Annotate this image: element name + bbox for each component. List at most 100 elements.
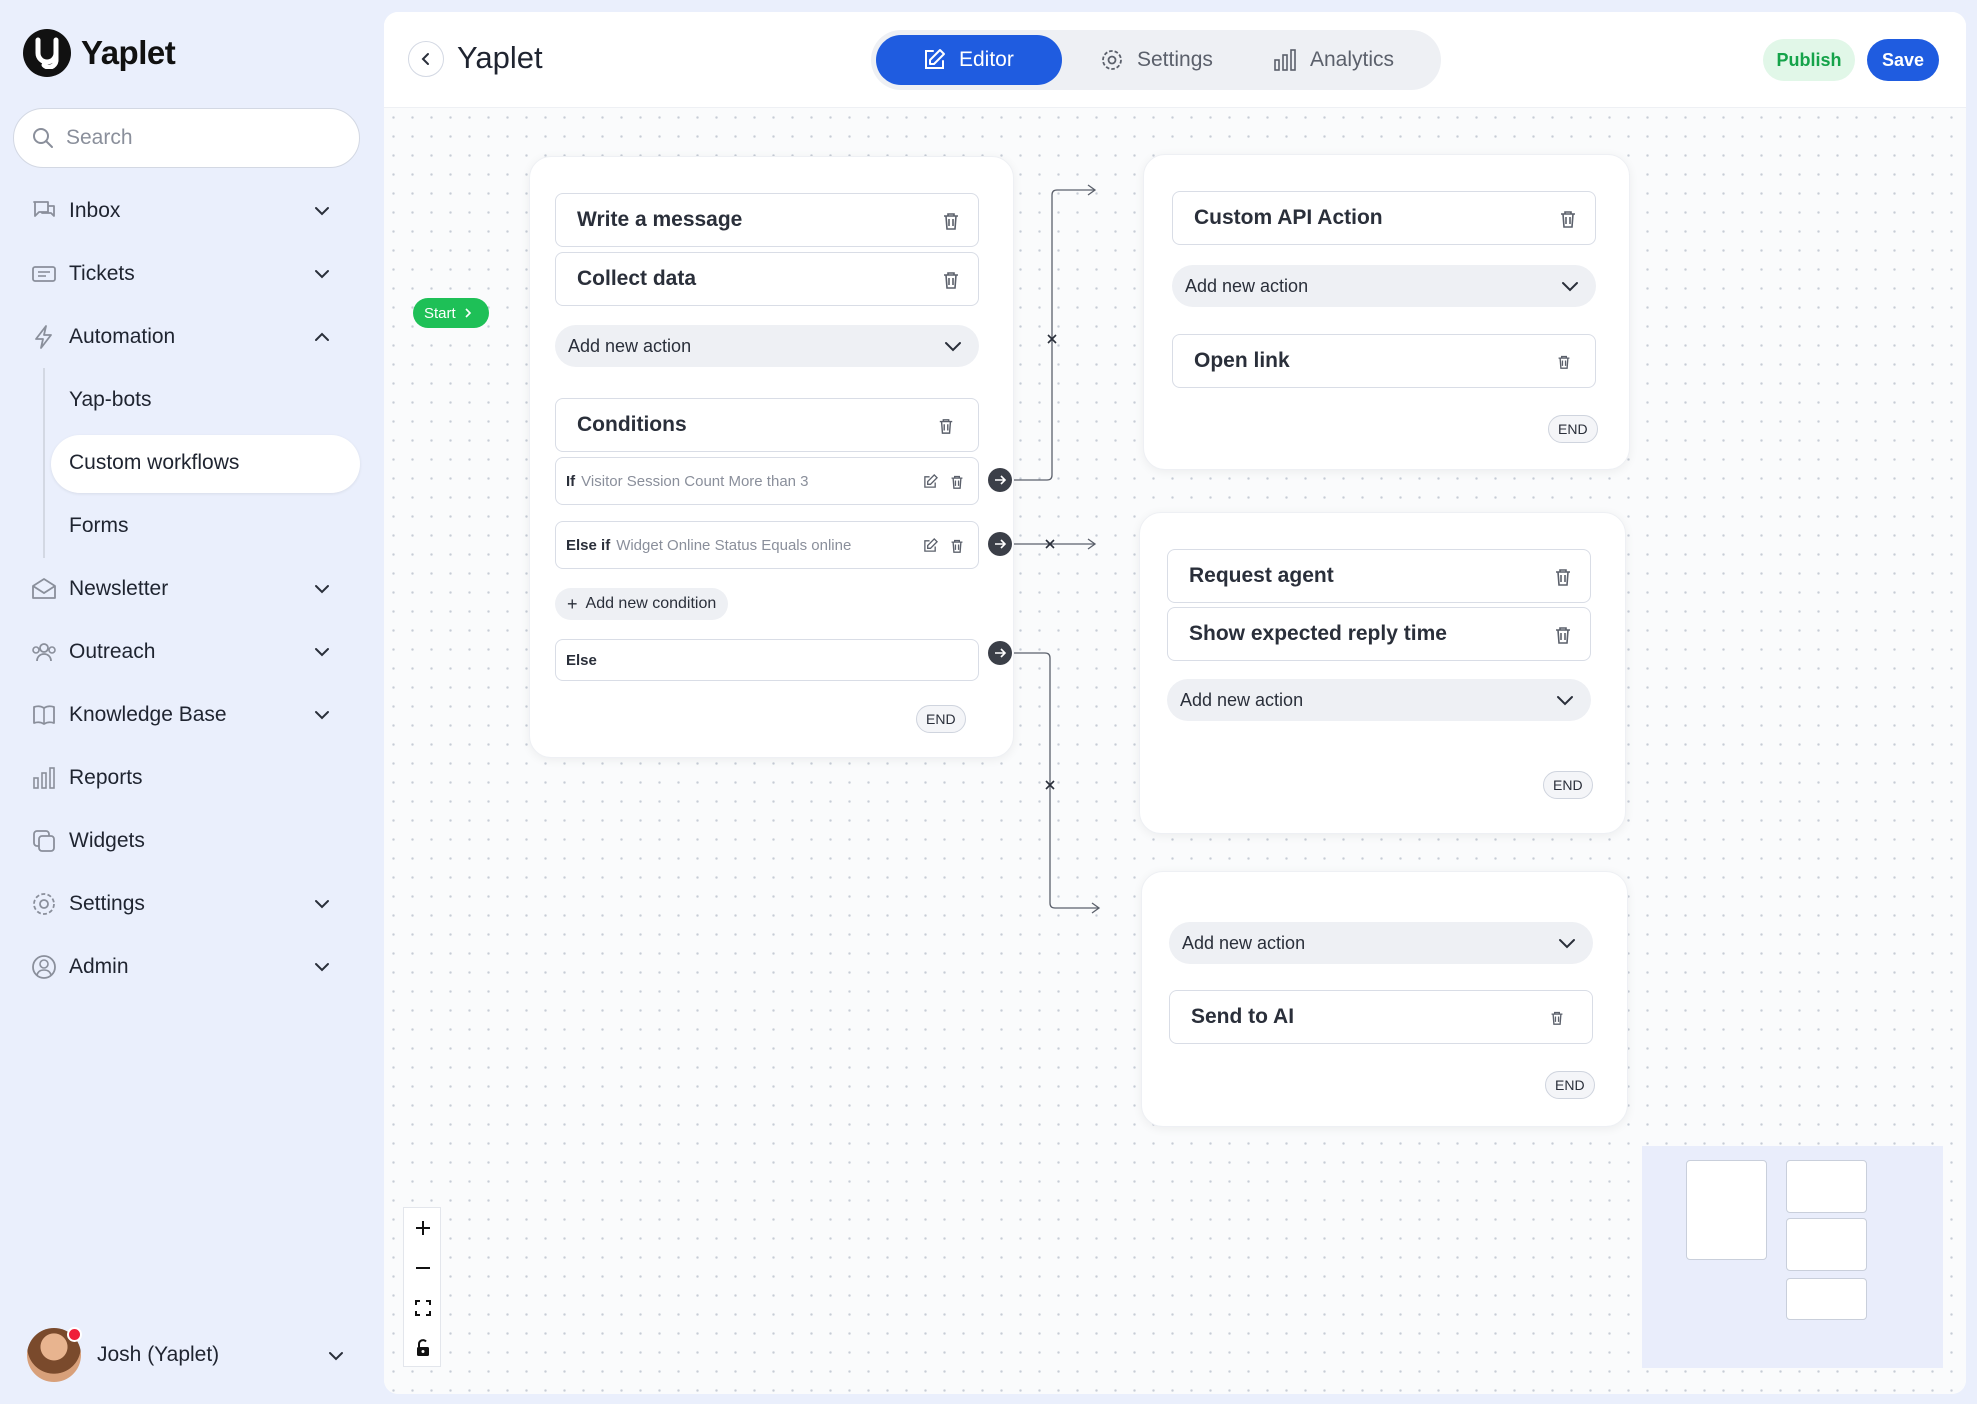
sidebar-item-tickets[interactable]: Tickets [0,242,383,305]
sidebar-subitem-label: Forms [69,513,129,537]
sidebar-item-label: Outreach [69,639,156,663]
canvas-controls [403,1207,441,1367]
sidebar-subitem-custom-workflows[interactable]: Custom workflows [0,431,383,494]
ticket-icon [32,266,56,282]
sidebar-item-admin[interactable]: Admin [0,935,383,998]
dropdown-label: Add new action [1180,689,1304,710]
sidebar-item-reports[interactable]: Reports [0,746,383,809]
action-request-agent[interactable]: Request agent [1167,549,1591,603]
trash-icon[interactable] [950,474,964,490]
add-new-condition-button[interactable]: + Add new condition [555,588,729,620]
envelope-icon [32,578,56,599]
sidebar-item-newsletter[interactable]: Newsletter [0,557,383,620]
tab-analytics[interactable]: Analytics [1264,35,1424,85]
add-new-action-dropdown[interactable]: Add new action [1169,922,1593,964]
conditions-block[interactable]: Conditions [555,398,979,452]
arrow-right-icon [995,539,1007,549]
action-collect-data[interactable]: Collect data [555,252,979,306]
sidebar-subitem-yap-bots[interactable]: Yap-bots [0,368,383,431]
sidebar-item-widgets[interactable]: Widgets [0,809,383,872]
end-badge: END [916,705,966,733]
condition-else[interactable]: Else [555,639,979,681]
add-new-action-dropdown[interactable]: Add new action [555,325,979,367]
sidebar-item-automation[interactable]: Automation [0,305,383,368]
sidebar-item-label: Inbox [69,198,121,222]
tab-editor[interactable]: Editor [876,35,1062,85]
trash-icon[interactable] [1554,567,1572,587]
action-send-to-ai[interactable]: Send to AI [1169,990,1593,1044]
branch-port-else-if[interactable] [988,532,1012,556]
trash-icon[interactable] [938,417,954,435]
gear-icon [33,893,55,915]
publish-button[interactable]: Publish [1763,39,1855,81]
fit-view-button[interactable] [404,1288,442,1328]
condition-keyword: If [566,472,576,490]
action-label: Write a message [577,208,743,231]
add-new-action-dropdown[interactable]: Add new action [1167,679,1591,721]
end-badge: END [1548,415,1598,443]
workflow-step-card: Add new action Send to AI END [1141,871,1628,1127]
action-open-link[interactable]: Open link [1172,334,1596,388]
bar-chart-icon [1274,49,1296,71]
sidebar-item-label: Newsletter [69,576,169,600]
trash-icon[interactable] [1550,1010,1564,1026]
start-node[interactable]: Start [413,298,489,328]
workflow-canvas[interactable]: Start Write a message Collect data Add n… [384,108,1966,1394]
sidebar-item-settings[interactable]: Settings [0,872,383,935]
sidebar: Yaplet Search Inbox Tickets Automation Y… [0,0,383,1404]
tab-settings[interactable]: Settings [1091,35,1241,85]
sidebar-item-label: Reports [69,765,143,789]
sidebar-subitem-forms[interactable]: Forms [0,494,383,557]
add-new-action-dropdown[interactable]: Add new action [1172,265,1596,307]
branch-port-if[interactable] [988,468,1012,492]
minimap[interactable] [1642,1146,1943,1368]
chevron-left-icon [421,53,429,65]
edit-icon [925,49,945,69]
action-label: Request agent [1189,564,1334,587]
action-custom-api[interactable]: Custom API Action [1172,191,1596,245]
notification-dot [67,1327,82,1342]
dropdown-label: Add new action [1185,275,1309,296]
user-name: Josh (Yaplet) [97,1343,220,1366]
trash-icon[interactable] [1557,354,1571,370]
zoom-out-button[interactable] [404,1248,442,1288]
sidebar-item-outreach[interactable]: Outreach [0,620,383,683]
chevron-down-icon [1562,282,1578,292]
search-input[interactable]: Search [13,108,360,168]
minus-icon [416,1267,430,1269]
minimap-node [1786,1218,1867,1271]
chevron-down-icon [1557,696,1573,706]
action-show-expected-reply-time[interactable]: Show expected reply time [1167,607,1591,661]
action-write-message[interactable]: Write a message [555,193,979,247]
edit-icon[interactable] [923,538,938,553]
trash-icon[interactable] [942,211,960,231]
tab-label: Editor [959,48,1014,71]
save-button[interactable]: Save [1867,39,1939,81]
chevron-down-icon [315,270,329,279]
back-button[interactable] [408,41,444,77]
trash-icon[interactable] [1559,209,1577,229]
condition-keyword: Else [566,651,597,669]
sidebar-item-label: Knowledge Base [69,702,227,726]
trash-icon[interactable] [950,538,964,554]
chevron-down-icon [315,900,329,909]
user-menu[interactable]: Josh (Yaplet) [27,1327,343,1382]
minimap-node [1786,1278,1867,1320]
sidebar-item-knowledge-base[interactable]: Knowledge Base [0,683,383,746]
zoom-in-button[interactable] [404,1208,442,1248]
workflow-step-card: Write a message Collect data Add new act… [529,156,1014,758]
action-label: Show expected reply time [1189,622,1447,645]
branch-port-else[interactable] [988,641,1012,665]
condition-if[interactable]: If Visitor Session Count More than 3 [555,457,979,505]
edit-icon[interactable] [923,474,938,489]
logo[interactable]: Yaplet [23,29,176,77]
search-icon [33,128,53,148]
trash-icon[interactable] [1554,625,1572,645]
trash-icon[interactable] [942,270,960,290]
condition-else-if[interactable]: Else if Widget Online Status Equals onli… [555,521,979,569]
yaplet-logo-icon [23,29,71,77]
gear-icon [1102,50,1122,70]
editor-topbar: Yaplet Editor Settings Analytics Publish… [384,12,1966,108]
sidebar-item-inbox[interactable]: Inbox [0,179,383,242]
lock-button[interactable] [404,1328,442,1368]
